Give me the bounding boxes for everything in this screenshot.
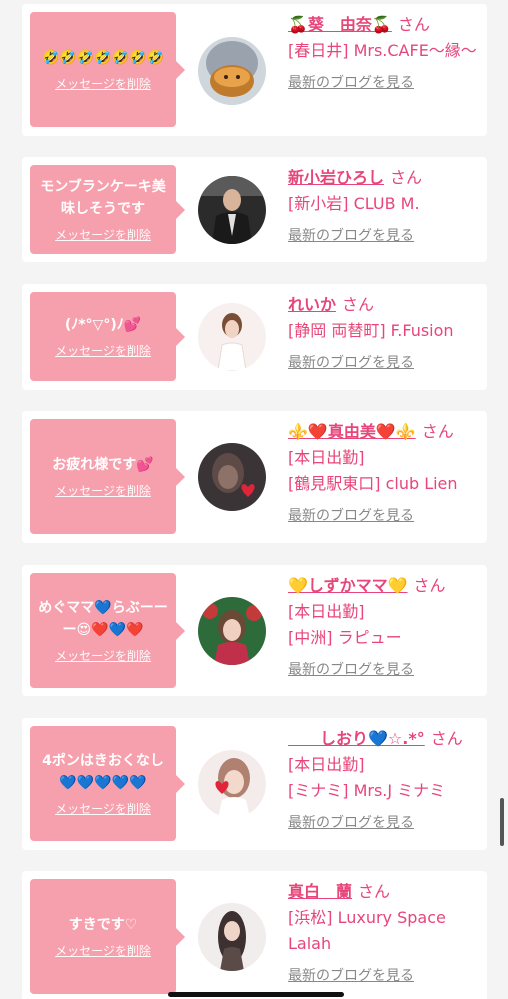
honorific: さん: [358, 882, 391, 901]
message-card: めぐママ💙らぶーーー😍❤️💙❤️ メッセージを削除 💛しずかママ💛 さん [本日出…: [22, 565, 487, 696]
message-text: すきです♡: [68, 917, 138, 933]
message-bubble: 🤣🤣🤣🤣🤣🤣🤣 メッセージを削除: [30, 12, 185, 127]
woman-avatar[interactable]: [198, 443, 266, 511]
message-text: (ﾉ*°▽°)ﾉ💕: [64, 317, 142, 333]
message-text: 🤣🤣🤣🤣🤣🤣🤣: [41, 50, 165, 66]
message-card: すきです♡ メッセージを削除 真白 蘭さん [浜松] Luxury Space …: [22, 871, 487, 999]
delete-message-link[interactable]: メッセージを削除: [55, 482, 151, 499]
scrollbar[interactable]: [500, 798, 504, 846]
sender-name-link[interactable]: 🍒葵 由奈🍒: [288, 15, 392, 34]
latest-blog-link[interactable]: 最新のブログを見る: [288, 225, 414, 247]
sender-info: 🍒葵 由奈🍒 さん [春日井] Mrs.CAFE～縁～ 最新のブログを見る: [288, 12, 480, 94]
honorific: さん: [390, 168, 423, 187]
delete-message-link[interactable]: メッセージを削除: [55, 342, 151, 359]
sender-info: 💛しずかママ💛 さん [本日出勤] [中洲] ラピュー 最新のブログを見る: [288, 573, 480, 681]
message-card: 4ポンはきおくなし💙💙💙💙💙 メッセージを削除 しおり💙☆.*° さん [本日出勤…: [22, 718, 487, 850]
message-text: モンブランケーキ美味しそうです: [40, 179, 166, 217]
woman-avatar[interactable]: [198, 750, 266, 818]
message-text: めぐママ💙らぶーーー😍❤️💙❤️: [38, 600, 168, 638]
latest-blog-link[interactable]: 最新のブログを見る: [288, 352, 414, 374]
honorific: さん: [342, 295, 375, 314]
shop-info: [春日井] Mrs.CAFE～縁～: [288, 41, 477, 60]
message-card: 🤣🤣🤣🤣🤣🤣🤣 メッセージを削除 🍒葵 由奈🍒 さん [春日井] Mrs.CAFE…: [22, 4, 487, 136]
delete-message-link[interactable]: メッセージを削除: [55, 800, 151, 817]
sender-info: しおり💙☆.*° さん [本日出勤] [ミナミ] Mrs.J ミナミ 最新のブログ…: [288, 726, 480, 834]
woman-avatar[interactable]: [198, 303, 266, 371]
home-indicator[interactable]: [168, 992, 344, 997]
honorific: さん: [421, 422, 454, 441]
shop-info: [静岡 両替町] F.Fusion: [288, 321, 454, 340]
cake-avatar[interactable]: [198, 37, 266, 105]
delete-message-link[interactable]: メッセージを削除: [55, 647, 151, 664]
sender-name-link[interactable]: 💛しずかママ💛: [288, 576, 408, 595]
message-card: お疲れ様です💕 メッセージを削除 ⚜️❤️真由美❤️⚜️ さん [本日出勤] [鶴…: [22, 411, 487, 543]
shop-info: [新小岩] CLUB M.: [288, 194, 420, 213]
sender-info: 新小岩ひろし さん [新小岩] CLUB M. 最新のブログを見る: [288, 165, 480, 247]
message-text: お疲れ様です💕: [52, 457, 154, 473]
message-bubble: すきです♡ メッセージを削除: [30, 879, 185, 994]
shop-info: [本日出勤] [ミナミ] Mrs.J ミナミ: [288, 755, 446, 800]
message-bubble: お疲れ様です💕 メッセージを削除: [30, 419, 185, 534]
delete-message-link[interactable]: メッセージを削除: [55, 75, 151, 92]
woman-avatar[interactable]: [198, 597, 266, 665]
message-card: モンブランケーキ美味しそうです メッセージを削除 新小岩ひろし さん [新小岩] …: [22, 157, 487, 262]
message-bubble: めぐママ💙らぶーーー😍❤️💙❤️ メッセージを削除: [30, 573, 185, 688]
message-bubble: モンブランケーキ美味しそうです メッセージを削除: [30, 165, 185, 254]
delete-message-link[interactable]: メッセージを削除: [55, 226, 151, 243]
shop-info: [浜松] Luxury Space Lalah: [288, 908, 446, 953]
message-bubble: 4ポンはきおくなし💙💙💙💙💙 メッセージを削除: [30, 726, 185, 841]
shop-info: [本日出勤] [鶴見駅東口] club Lien: [288, 448, 458, 493]
message-text: 4ポンはきおくなし💙💙💙💙💙: [42, 753, 164, 791]
sender-info: れいか さん [静岡 両替町] F.Fusion 最新のブログを見る: [288, 292, 480, 374]
shop-info: [本日出勤] [中洲] ラピュー: [288, 602, 402, 647]
woman-avatar[interactable]: [198, 903, 266, 971]
sender-name-link[interactable]: しおり💙☆.*°: [288, 729, 425, 748]
honorific: さん: [430, 729, 463, 748]
sender-info: ⚜️❤️真由美❤️⚜️ さん [本日出勤] [鶴見駅東口] club Lien 最…: [288, 419, 480, 527]
sender-name-link[interactable]: 真白 蘭: [288, 882, 352, 901]
sender-name-link[interactable]: 新小岩ひろし: [288, 168, 384, 187]
delete-message-link[interactable]: メッセージを削除: [55, 942, 151, 959]
latest-blog-link[interactable]: 最新のブログを見る: [288, 659, 414, 681]
sender-name-link[interactable]: ⚜️❤️真由美❤️⚜️: [288, 422, 416, 441]
latest-blog-link[interactable]: 最新のブログを見る: [288, 812, 414, 834]
latest-blog-link[interactable]: 最新のブログを見る: [288, 505, 414, 527]
honorific: さん: [413, 576, 446, 595]
latest-blog-link[interactable]: 最新のブログを見る: [288, 72, 414, 94]
sender-name-link[interactable]: れいか: [288, 295, 336, 314]
man-avatar[interactable]: [198, 176, 266, 244]
message-card: (ﾉ*°▽°)ﾉ💕 メッセージを削除 れいか さん [静岡 両替町] F.Fusi…: [22, 284, 487, 390]
honorific: さん: [397, 15, 430, 34]
latest-blog-link[interactable]: 最新のブログを見る: [288, 965, 414, 987]
sender-info: 真白 蘭さん [浜松] Luxury Space Lalah 最新のブログを見る: [288, 879, 480, 987]
message-bubble: (ﾉ*°▽°)ﾉ💕 メッセージを削除: [30, 292, 185, 381]
